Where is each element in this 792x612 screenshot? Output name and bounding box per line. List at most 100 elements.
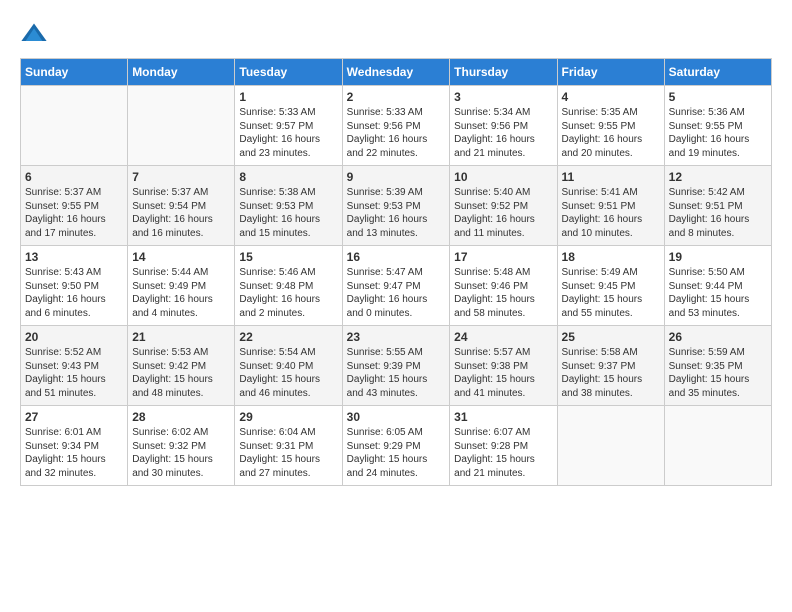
calendar-day-cell: 31Sunrise: 6:07 AM Sunset: 9:28 PM Dayli… (450, 406, 557, 486)
logo-icon (20, 20, 48, 48)
calendar-day-cell: 5 Sunrise: 5:36 AM Sunset: 9:55 PM Daylig… (664, 86, 771, 166)
calendar-day-cell: 20Sunrise: 5:52 AM Sunset: 9:43 PM Dayli… (21, 326, 128, 406)
day-info: Sunrise: 5:33 AM Sunset: 9:57 PM Dayligh… (239, 106, 337, 160)
day-info: Sunrise: 5:53 AM Sunset: 9:42 PM Dayligh… (132, 346, 230, 400)
day-number: 3 (454, 90, 552, 104)
calendar-day-cell: 14 Sunrise: 5:44 AM Sunset: 9:49 PM Dayli… (128, 246, 235, 326)
calendar-day-cell: 9Sunrise: 5:39 AM Sunset: 9:53 PM Daylig… (342, 166, 450, 246)
day-info: Sunrise: 5:33 AM Sunset: 9:56 PM Dayligh… (347, 106, 446, 160)
day-info: Sunrise: 5:41 AM Sunset: 9:51 PM Dayligh… (562, 186, 660, 240)
day-info: Sunrise: 5:42 AM Sunset: 9:51 PM Dayligh… (669, 186, 767, 240)
calendar-week-row: 20Sunrise: 5:52 AM Sunset: 9:43 PM Dayli… (21, 326, 772, 406)
day-number: 13 (25, 250, 123, 264)
calendar-week-row: 1Sunrise: 5:33 AM Sunset: 9:57 PM Daylig… (21, 86, 772, 166)
day-number: 10 (454, 170, 552, 184)
day-info: Sunrise: 5:40 AM Sunset: 9:52 PM Dayligh… (454, 186, 552, 240)
calendar-week-row: 27 Sunrise: 6:01 AM Sunset: 9:34 PM Dayli… (21, 406, 772, 486)
calendar-day-cell: 27 Sunrise: 6:01 AM Sunset: 9:34 PM Dayli… (21, 406, 128, 486)
day-info: Sunrise: 5:44 AM Sunset: 9:49 PM Dayligh… (132, 266, 230, 320)
calendar-day-cell: 18 Sunrise: 5:49 AM Sunset: 9:45 PM Dayli… (557, 246, 664, 326)
calendar-day-cell: 23 Sunrise: 5:55 AM Sunset: 9:39 PM Dayli… (342, 326, 450, 406)
day-info: Sunrise: 5:46 AM Sunset: 9:48 PM Dayligh… (239, 266, 337, 320)
calendar-day-cell: 3Sunrise: 5:34 AM Sunset: 9:56 PM Daylig… (450, 86, 557, 166)
calendar-day-cell: 30Sunrise: 6:05 AM Sunset: 9:29 PM Dayli… (342, 406, 450, 486)
day-number: 29 (239, 410, 337, 424)
page-header (20, 20, 772, 48)
day-info: Sunrise: 5:49 AM Sunset: 9:45 PM Dayligh… (562, 266, 660, 320)
calendar-day-cell: 25 Sunrise: 5:58 AM Sunset: 9:37 PM Dayli… (557, 326, 664, 406)
day-info: Sunrise: 6:07 AM Sunset: 9:28 PM Dayligh… (454, 426, 552, 480)
calendar-day-cell: 6 Sunrise: 5:37 AM Sunset: 9:55 PM Daylig… (21, 166, 128, 246)
calendar-day-cell (128, 86, 235, 166)
calendar-day-cell (21, 86, 128, 166)
day-number: 5 (669, 90, 767, 104)
day-info: Sunrise: 5:47 AM Sunset: 9:47 PM Dayligh… (347, 266, 446, 320)
day-info: Sunrise: 5:59 AM Sunset: 9:35 PM Dayligh… (669, 346, 767, 400)
calendar-day-cell (664, 406, 771, 486)
day-number: 14 (132, 250, 230, 264)
calendar-day-cell: 17 Sunrise: 5:48 AM Sunset: 9:46 PM Dayli… (450, 246, 557, 326)
day-info: Sunrise: 5:37 AM Sunset: 9:55 PM Dayligh… (25, 186, 123, 240)
calendar-day-cell: 11 Sunrise: 5:41 AM Sunset: 9:51 PM Dayli… (557, 166, 664, 246)
day-number: 2 (347, 90, 446, 104)
day-number: 7 (132, 170, 230, 184)
calendar-week-row: 13Sunrise: 5:43 AM Sunset: 9:50 PM Dayli… (21, 246, 772, 326)
day-of-week-header: Sunday (21, 59, 128, 86)
calendar-day-cell: 8Sunrise: 5:38 AM Sunset: 9:53 PM Daylig… (235, 166, 342, 246)
day-number: 4 (562, 90, 660, 104)
day-info: Sunrise: 5:50 AM Sunset: 9:44 PM Dayligh… (669, 266, 767, 320)
day-number: 8 (239, 170, 337, 184)
day-info: Sunrise: 5:55 AM Sunset: 9:39 PM Dayligh… (347, 346, 446, 400)
day-number: 6 (25, 170, 123, 184)
day-of-week-header: Wednesday (342, 59, 450, 86)
day-info: Sunrise: 5:58 AM Sunset: 9:37 PM Dayligh… (562, 346, 660, 400)
day-number: 16 (347, 250, 446, 264)
calendar-day-cell: 19 Sunrise: 5:50 AM Sunset: 9:44 PM Dayli… (664, 246, 771, 326)
calendar-day-cell: 28 Sunrise: 6:02 AM Sunset: 9:32 PM Dayli… (128, 406, 235, 486)
day-number: 11 (562, 170, 660, 184)
day-number: 17 (454, 250, 552, 264)
day-of-week-header: Thursday (450, 59, 557, 86)
calendar-day-cell: 26Sunrise: 5:59 AM Sunset: 9:35 PM Dayli… (664, 326, 771, 406)
day-info: Sunrise: 5:57 AM Sunset: 9:38 PM Dayligh… (454, 346, 552, 400)
day-number: 12 (669, 170, 767, 184)
day-info: Sunrise: 5:48 AM Sunset: 9:46 PM Dayligh… (454, 266, 552, 320)
day-info: Sunrise: 6:01 AM Sunset: 9:34 PM Dayligh… (25, 426, 123, 480)
calendar-week-row: 6 Sunrise: 5:37 AM Sunset: 9:55 PM Daylig… (21, 166, 772, 246)
day-of-week-header: Tuesday (235, 59, 342, 86)
calendar-day-cell: 12 Sunrise: 5:42 AM Sunset: 9:51 PM Dayli… (664, 166, 771, 246)
calendar-day-cell: 13Sunrise: 5:43 AM Sunset: 9:50 PM Dayli… (21, 246, 128, 326)
calendar-header-row: SundayMondayTuesdayWednesdayThursdayFrid… (21, 59, 772, 86)
day-number: 20 (25, 330, 123, 344)
day-info: Sunrise: 5:35 AM Sunset: 9:55 PM Dayligh… (562, 106, 660, 160)
calendar-day-cell: 15 Sunrise: 5:46 AM Sunset: 9:48 PM Dayli… (235, 246, 342, 326)
day-number: 24 (454, 330, 552, 344)
calendar-day-cell: 22 Sunrise: 5:54 AM Sunset: 9:40 PM Dayli… (235, 326, 342, 406)
calendar-day-cell: 29 Sunrise: 6:04 AM Sunset: 9:31 PM Dayli… (235, 406, 342, 486)
day-info: Sunrise: 5:36 AM Sunset: 9:55 PM Dayligh… (669, 106, 767, 160)
day-number: 19 (669, 250, 767, 264)
day-number: 27 (25, 410, 123, 424)
day-info: Sunrise: 6:02 AM Sunset: 9:32 PM Dayligh… (132, 426, 230, 480)
day-number: 25 (562, 330, 660, 344)
day-number: 28 (132, 410, 230, 424)
calendar-day-cell: 7Sunrise: 5:37 AM Sunset: 9:54 PM Daylig… (128, 166, 235, 246)
calendar-day-cell: 16 Sunrise: 5:47 AM Sunset: 9:47 PM Dayli… (342, 246, 450, 326)
logo (20, 20, 52, 48)
calendar-day-cell: 10 Sunrise: 5:40 AM Sunset: 9:52 PM Dayli… (450, 166, 557, 246)
calendar-day-cell: 2 Sunrise: 5:33 AM Sunset: 9:56 PM Daylig… (342, 86, 450, 166)
day-info: Sunrise: 5:39 AM Sunset: 9:53 PM Dayligh… (347, 186, 446, 240)
calendar-table: SundayMondayTuesdayWednesdayThursdayFrid… (20, 58, 772, 486)
day-info: Sunrise: 6:04 AM Sunset: 9:31 PM Dayligh… (239, 426, 337, 480)
day-number: 18 (562, 250, 660, 264)
calendar-day-cell: 1Sunrise: 5:33 AM Sunset: 9:57 PM Daylig… (235, 86, 342, 166)
day-number: 22 (239, 330, 337, 344)
calendar-day-cell: 21 Sunrise: 5:53 AM Sunset: 9:42 PM Dayli… (128, 326, 235, 406)
calendar-day-cell: 24 Sunrise: 5:57 AM Sunset: 9:38 PM Dayli… (450, 326, 557, 406)
day-number: 23 (347, 330, 446, 344)
day-number: 15 (239, 250, 337, 264)
day-number: 21 (132, 330, 230, 344)
calendar-day-cell (557, 406, 664, 486)
day-of-week-header: Monday (128, 59, 235, 86)
day-info: Sunrise: 5:54 AM Sunset: 9:40 PM Dayligh… (239, 346, 337, 400)
